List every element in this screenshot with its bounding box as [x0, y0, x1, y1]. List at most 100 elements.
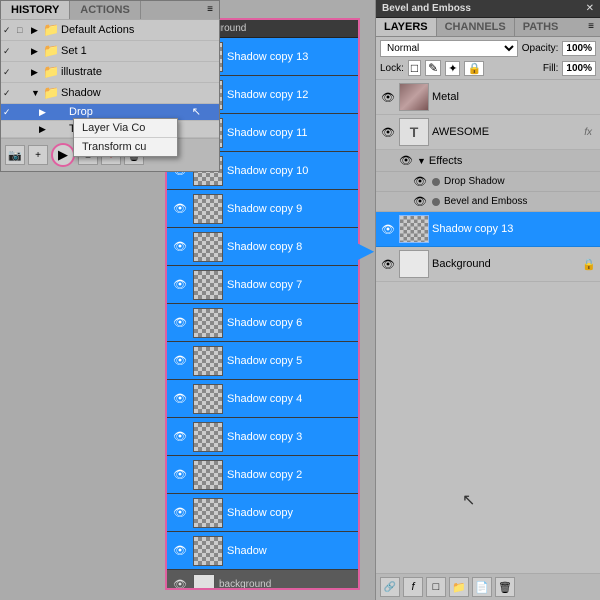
play-btn[interactable]: ▶ [51, 143, 75, 167]
list-item[interactable]: 👁 Shadow copy 3 [167, 418, 358, 456]
folder-icon-set1: 📁 [43, 43, 61, 59]
layer-name: Shadow copy 9 [227, 203, 302, 215]
folder-icon: 📁 [43, 22, 61, 38]
effects-expand[interactable]: ▼ [417, 156, 426, 166]
text-thumb: T [399, 118, 429, 146]
tab-layers[interactable]: LAYERS [376, 18, 437, 36]
layer-name-background: Background [432, 258, 582, 270]
history-tab[interactable]: HISTORY [1, 1, 70, 19]
bevel-label: Bevel and Emboss [444, 196, 527, 207]
fill-label: Fill: [543, 63, 559, 74]
action-row-illustrate[interactable]: ✓ ▶ 📁 illustrate [1, 62, 219, 83]
layer-name: Shadow copy 11 [227, 127, 308, 139]
layer-thumb [193, 384, 223, 414]
list-item[interactable]: 👁 Shadow copy 6 [167, 304, 358, 342]
action-label-shadow: Shadow [61, 87, 101, 99]
layer-name-shadow13: Shadow copy 13 [432, 223, 596, 235]
layer-thumb [193, 498, 223, 528]
tab-paths[interactable]: PATHS [515, 18, 567, 36]
blend-mode-select[interactable]: Normal Multiply Screen [380, 40, 518, 57]
layer-name: Shadow copy 4 [227, 393, 302, 405]
list-item-background[interactable]: 👁 background [167, 570, 358, 588]
layer-name: Shadow copy 3 [227, 431, 302, 443]
eye-icon: 👁 [380, 91, 396, 104]
panel-menu-icon[interactable]: ≡ [201, 1, 219, 19]
dropshadow-label: Drop Shadow [444, 176, 505, 187]
layer-entry-shadow13[interactable]: 👁 Shadow copy 13 [376, 212, 600, 247]
eye-icon: 👁 [171, 278, 189, 291]
cursor-indicator: ↖ [192, 105, 201, 118]
new-snapshot-btn[interactable]: 📷 [5, 145, 25, 165]
check-default: ✓ [3, 25, 17, 36]
action-row-default[interactable]: ✓ □ ▶ 📁 Default Actions [1, 20, 219, 41]
layers-controls: Normal Multiply Screen Opacity: 100% Loc… [376, 37, 600, 80]
eye-icon-ds: 👁 [412, 175, 428, 188]
layer-entry-background[interactable]: 👁 Background 🔒 [376, 247, 600, 282]
layer-entry-awesome[interactable]: 👁 T AWESOME fx [376, 115, 600, 150]
new-layer-btn[interactable]: 📄 [472, 577, 492, 597]
layer-thumb [193, 308, 223, 338]
action-row-drop[interactable]: ✓ ▶ Drop ↖ Layer Via Co Transform cu [1, 104, 219, 121]
layers-entries: 👁 Metal 👁 T AWESOME fx 👁 ▼ Effects [376, 80, 600, 573]
list-item[interactable]: 👁 Shadow copy 2 [167, 456, 358, 494]
expand-illustrate[interactable]: ▶ [31, 67, 43, 78]
tab-channels[interactable]: CHANNELS [437, 18, 515, 36]
eye-icon-effects: 👁 [398, 154, 414, 167]
action-label-illustrate: illustrate [61, 66, 102, 78]
sub-effect-bevele[interactable]: 👁 Bevel and Emboss [376, 192, 600, 212]
list-item[interactable]: 👁 Shadow copy [167, 494, 358, 532]
layer-thumb [193, 270, 223, 300]
arrow-indicator: ▶ [358, 238, 373, 263]
shadow13-thumb [399, 215, 429, 243]
layer-thumb [193, 346, 223, 376]
new-action-btn[interactable]: + [28, 145, 48, 165]
action-row-set1[interactable]: ✓ ▶ 📁 Set 1 [1, 41, 219, 62]
lock-transparent-icon[interactable]: □ [408, 60, 421, 76]
check-drop: ✓ [3, 107, 17, 118]
list-item[interactable]: 👁 Shadow copy 8 [167, 228, 358, 266]
eye-icon: 👁 [171, 316, 189, 329]
link-layers-btn[interactable]: 🔗 [380, 577, 400, 597]
panel-close-icon[interactable]: ✕ [586, 3, 594, 14]
fill-value[interactable]: 100% [562, 61, 596, 76]
panel-title: Bevel and Emboss [382, 3, 471, 14]
new-group-btn[interactable]: 📁 [449, 577, 469, 597]
layer-name: Shadow copy 10 [227, 165, 308, 177]
sub-effect-dropshadow[interactable]: 👁 Drop Shadow [376, 172, 600, 192]
eye-icon: 👁 [171, 202, 189, 215]
delete-layer-btn[interactable]: 🗑 [495, 577, 515, 597]
context-menu-item-via[interactable]: Layer Via Co [74, 119, 177, 137]
expand-transform[interactable]: ▶ [39, 124, 51, 135]
eye-icon: 👁 [171, 544, 189, 557]
actions-tab[interactable]: ACTIONS [70, 1, 140, 19]
add-mask-btn[interactable]: □ [426, 577, 446, 597]
eye-icon: 👁 [380, 258, 396, 271]
effects-header[interactable]: 👁 ▼ Effects [376, 150, 600, 172]
list-item[interactable]: 👁 Shadow [167, 532, 358, 570]
list-item[interactable]: 👁 Shadow copy 9 [167, 190, 358, 228]
list-item[interactable]: 👁 Shadow copy 5 [167, 342, 358, 380]
layer-name: Shadow copy 8 [227, 241, 302, 253]
expand-set1[interactable]: ▶ [31, 46, 43, 57]
check-illustrate: ✓ [3, 67, 17, 78]
opacity-label: Opacity: [522, 43, 559, 54]
context-menu-item-transform[interactable]: Transform cu [74, 137, 177, 156]
expand-drop[interactable]: ▶ [39, 107, 51, 118]
list-item[interactable]: 👁 Shadow copy 7 [167, 266, 358, 304]
effect-dot-ds [432, 178, 440, 186]
panel-menu-btn[interactable]: ≡ [582, 18, 600, 36]
action-row-shadow[interactable]: ✓ ▼ 📁 Shadow [1, 83, 219, 104]
expand-shadow-open[interactable]: ▼ [31, 88, 43, 98]
lock-move-icon[interactable]: ✦ [445, 61, 460, 76]
expand-default[interactable]: ▶ [31, 25, 43, 36]
eye-icon: 👁 [171, 468, 189, 481]
list-item[interactable]: 👁 Shadow copy 4 [167, 380, 358, 418]
folder-icon-illustrate: 📁 [43, 64, 61, 80]
opacity-value[interactable]: 100% [562, 41, 596, 56]
layer-entry-metal[interactable]: 👁 Metal [376, 80, 600, 115]
lock-brush-icon[interactable]: ✎ [425, 60, 441, 76]
layer-thumb [193, 422, 223, 452]
lock-all-icon[interactable]: 🔒 [464, 61, 484, 76]
add-style-btn[interactable]: f [403, 577, 423, 597]
layer-thumb [193, 536, 223, 566]
